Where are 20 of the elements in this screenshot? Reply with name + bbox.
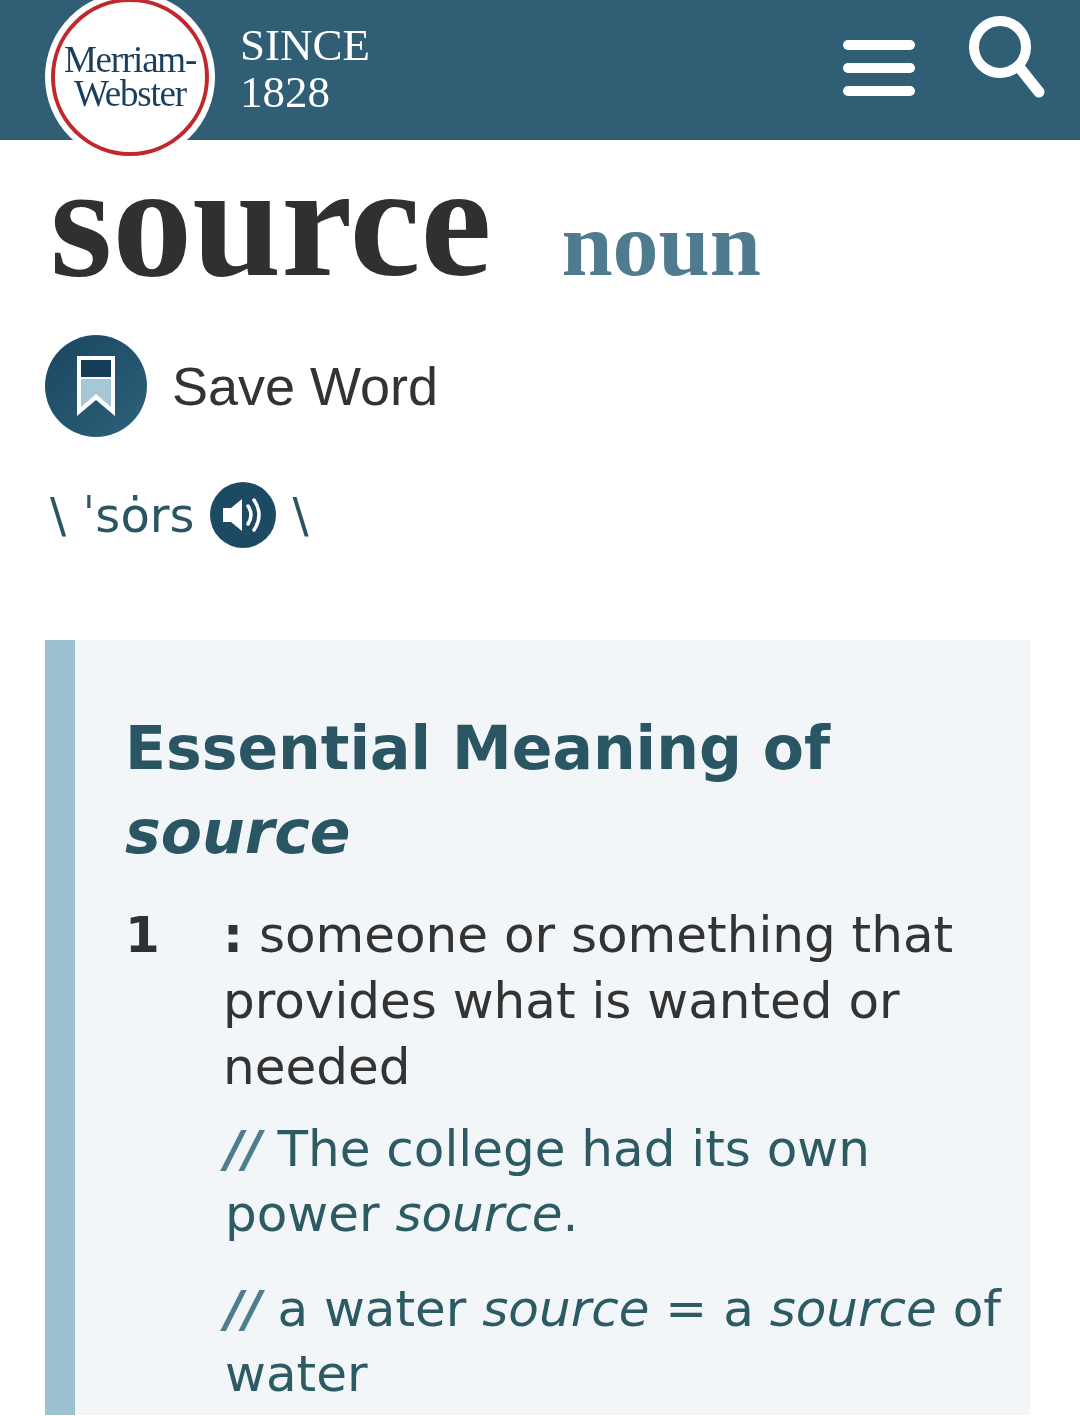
sense-number: 1 xyxy=(125,905,161,966)
menu-button[interactable] xyxy=(843,40,915,96)
headword: source xyxy=(50,141,492,301)
search-button[interactable] xyxy=(968,15,1046,99)
example-sentence: // The college had its own power source. xyxy=(217,1117,1013,1247)
pronunciation-delimiter: \ xyxy=(292,486,309,545)
section-title: Essential Meaning of source xyxy=(125,712,832,869)
bookmark-icon xyxy=(45,335,147,437)
definition-text: : someone or something that provides what is wanted or needed xyxy=(223,905,955,1098)
menu-icon xyxy=(843,40,915,96)
save-word-button[interactable]: Save Word xyxy=(45,335,439,437)
since-label: SINCE xyxy=(240,22,370,69)
part-of-speech: noun xyxy=(561,194,761,294)
founding-year: 1828 xyxy=(240,69,331,116)
example-sentence: // a water source = a source of water xyxy=(217,1277,1013,1407)
pronunciation-text: ˈsȯrs xyxy=(82,486,195,545)
play-audio-button[interactable] xyxy=(210,482,277,548)
speaker-icon xyxy=(210,482,277,548)
search-icon xyxy=(968,15,1046,99)
pronunciation-delimiter: \ xyxy=(50,486,67,545)
